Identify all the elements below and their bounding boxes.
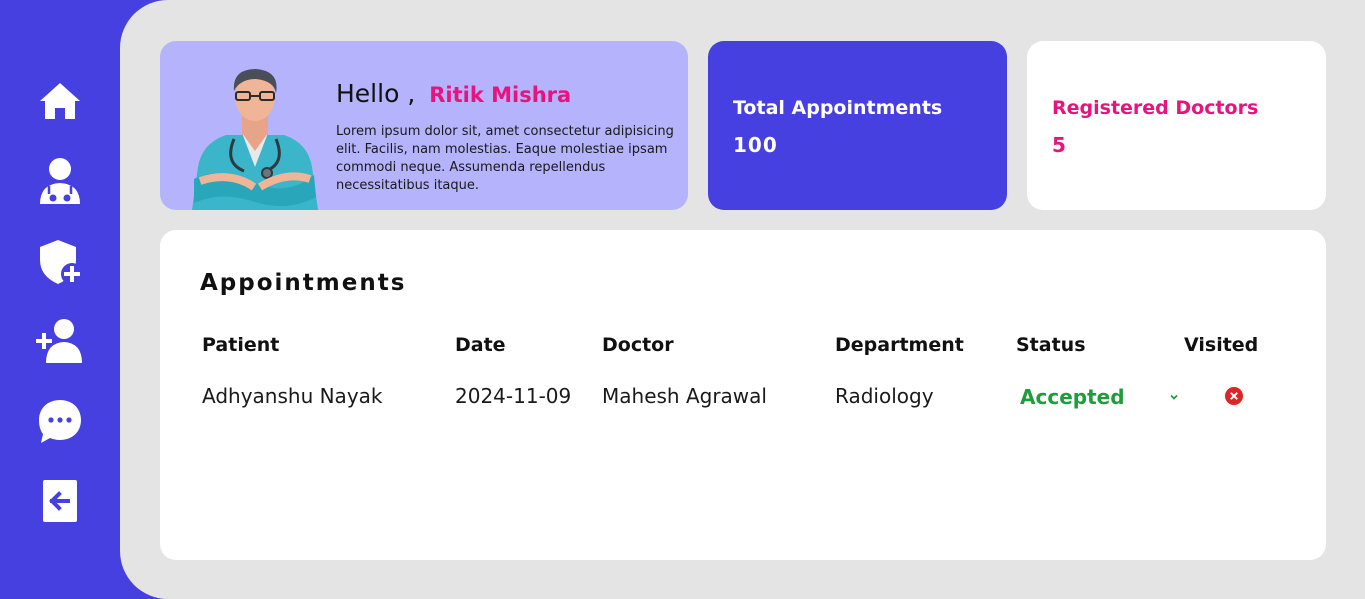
- messages-icon: [39, 400, 81, 443]
- sidebar: [0, 0, 120, 599]
- add-user-icon: [36, 319, 82, 363]
- nav-add-admin[interactable]: [36, 238, 84, 286]
- nav-home[interactable]: [36, 77, 84, 125]
- chevron-down-icon: [1168, 388, 1180, 407]
- nav-doctors[interactable]: [36, 156, 84, 204]
- total-appointments-value: 100: [733, 133, 778, 157]
- cell-department: Radiology: [835, 384, 934, 408]
- column-header-visited: Visited: [1184, 334, 1259, 356]
- welcome-description: Lorem ipsum dolor sit, amet consectetur …: [336, 124, 674, 193]
- cell-date: 2024-11-09: [455, 384, 572, 408]
- registered-doctors-card: Registered Doctors 5: [1027, 41, 1326, 210]
- column-header-status: Status: [1016, 334, 1086, 356]
- cell-patient: Adhyanshu Nayak: [202, 384, 383, 408]
- add-admin-shield-icon: [40, 240, 83, 285]
- appointments-title: Appointments: [200, 270, 407, 296]
- cell-doctor: Mahesh Agrawal: [602, 384, 767, 408]
- doctor-icon: [40, 158, 80, 204]
- appointments-table-card: Appointments Patient Date Doctor Departm…: [160, 230, 1326, 560]
- doctor-illustration: [192, 69, 318, 210]
- nav-add-doctor[interactable]: [36, 317, 84, 365]
- logout-icon: [43, 480, 77, 522]
- status-select[interactable]: Accepted: [1016, 381, 1184, 413]
- column-header-patient: Patient: [202, 334, 280, 356]
- home-icon: [40, 83, 80, 119]
- greeting-text: Hello ,: [336, 79, 416, 108]
- column-header-doctor: Doctor: [602, 334, 674, 356]
- total-appointments-card: Total Appointments 100: [708, 41, 1007, 210]
- status-value: Accepted: [1020, 385, 1125, 409]
- registered-doctors-label: Registered Doctors: [1052, 97, 1259, 119]
- total-appointments-label: Total Appointments: [733, 97, 943, 119]
- main-content: Hello , Ritik Mishra Lorem ipsum dolor s…: [120, 0, 1365, 599]
- column-header-department: Department: [835, 334, 964, 356]
- greeting: Hello , Ritik Mishra: [336, 79, 571, 108]
- column-header-date: Date: [455, 334, 506, 356]
- nav-logout[interactable]: [36, 477, 84, 525]
- registered-doctors-value: 5: [1052, 133, 1067, 157]
- not-visited-x-icon[interactable]: [1224, 386, 1244, 406]
- user-name: Ritik Mishra: [429, 83, 572, 107]
- welcome-card: Hello , Ritik Mishra Lorem ipsum dolor s…: [160, 41, 688, 210]
- nav-messages[interactable]: [36, 397, 84, 445]
